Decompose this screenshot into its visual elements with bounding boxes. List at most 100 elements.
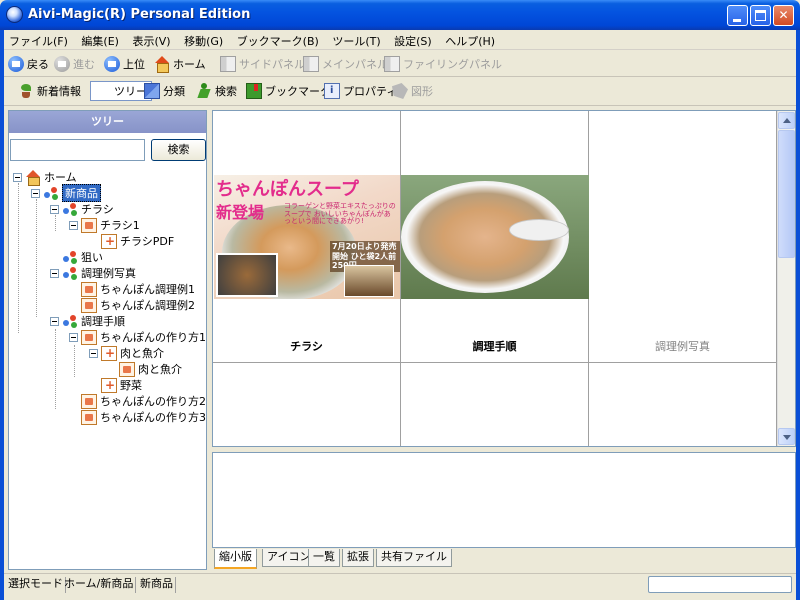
tree-node-howto3[interactable]: ちゃんぽんの作り方3: [81, 409, 206, 425]
tree-line: [55, 329, 56, 409]
tree-node-flyer1[interactable]: チラシ1: [69, 217, 140, 233]
side-panel-toggle[interactable]: サイドパネル: [220, 54, 305, 74]
collapse-toggle[interactable]: [31, 188, 40, 198]
category-node-icon: [62, 314, 78, 329]
tab-shared-files[interactable]: 共有ファイル: [376, 549, 452, 567]
scroll-down-button[interactable]: [778, 428, 795, 445]
pdf-file-icon: [101, 233, 117, 249]
tree-node-recipe-example2[interactable]: ちゃんぽん調理例2: [81, 297, 195, 313]
tab-list[interactable]: 一覧: [308, 549, 340, 567]
menu-go[interactable]: 移動(G): [179, 30, 228, 52]
grid-vertical-scrollbar[interactable]: [777, 111, 795, 446]
tree-node-flyer-pdf[interactable]: チラシPDF: [89, 233, 174, 249]
grid-cell-recipe-photos[interactable]: 調理例写真: [589, 111, 777, 363]
search-runner-icon: [196, 83, 212, 99]
menu-settings[interactable]: 設定(S): [389, 30, 437, 52]
filing-panel-toggle[interactable]: ファイリングパネル: [384, 54, 502, 74]
tree-node-flyer[interactable]: チラシ: [50, 201, 114, 217]
collapse-toggle[interactable]: [13, 172, 22, 182]
tree-line: [18, 183, 19, 333]
back-arrow-icon: [8, 56, 24, 72]
close-button[interactable]: ✕: [773, 5, 794, 26]
maximize-icon: [755, 10, 766, 21]
window-frame-left: [0, 30, 4, 600]
flyer-note: コラーゲンと野菜エキスたっぷりのスープで おいしいちゃんぽんがあっという間にでき…: [284, 202, 396, 226]
filing-panel-icon: [384, 56, 400, 72]
tree-node-howto2[interactable]: ちゃんぽんの作り方2: [81, 393, 206, 409]
category-node-icon: [62, 202, 78, 217]
collapse-toggle[interactable]: [50, 204, 59, 214]
category-node-icon: [62, 250, 78, 265]
tree-node-aim[interactable]: 狙い: [50, 249, 103, 265]
menu-tools[interactable]: ツール(T): [327, 30, 385, 52]
collapse-toggle[interactable]: [69, 332, 78, 342]
category-icon: [144, 83, 160, 99]
tree-node-new-product[interactable]: 新商品: [31, 184, 101, 202]
collapse-toggle[interactable]: [69, 220, 78, 230]
main-panel-toggle[interactable]: メインパネル: [303, 54, 388, 74]
menu-view[interactable]: 表示(V): [127, 30, 175, 52]
soup-spoon-image: [509, 219, 569, 241]
collapse-toggle[interactable]: [50, 316, 59, 326]
tree-node-recipe-example1[interactable]: ちゃんぽん調理例1: [81, 281, 195, 297]
detail-panel: [212, 452, 796, 548]
property-button[interactable]: プロパティ: [324, 81, 397, 101]
tree-line: [55, 215, 56, 231]
flyer-inset-photo: [216, 253, 278, 297]
tree-node-cooking-steps[interactable]: 調理手順: [50, 313, 125, 329]
category-node-icon: [62, 266, 78, 281]
tree-node-meat-fish-child[interactable]: 肉と魚介: [119, 361, 182, 377]
tree-search-button[interactable]: 検索: [151, 139, 206, 161]
close-icon: ✕: [778, 8, 789, 22]
tree-node-vegetables[interactable]: 野菜: [101, 377, 142, 393]
scroll-up-button[interactable]: [778, 112, 795, 129]
collapse-toggle[interactable]: [89, 348, 98, 358]
menu-edit[interactable]: 編集(E): [76, 30, 124, 52]
home-button[interactable]: ホーム: [154, 54, 206, 74]
maximize-button[interactable]: [750, 5, 771, 26]
grid-cell-empty: [401, 363, 589, 446]
up-arrow-icon: [104, 56, 120, 72]
status-progress-box: [648, 576, 792, 593]
menu-help[interactable]: ヘルプ(H): [440, 30, 500, 52]
tree-view-button[interactable]: ツリー: [90, 81, 152, 157]
menu-file[interactable]: ファイル(F): [4, 30, 73, 52]
bookmark-button[interactable]: ブックマーク: [246, 81, 331, 101]
collapse-toggle[interactable]: [50, 268, 59, 278]
grid-cell-flyer[interactable]: ちゃんぽんスープ 新登場 コラーゲンと野菜エキスたっぷりのスープで おいしいちゃ…: [213, 111, 401, 363]
tree-search-input[interactable]: [10, 139, 145, 161]
tab-thumbnail[interactable]: 縮小版: [214, 549, 257, 569]
tree-panel: ツリー 検索 ホーム 新商品 チラシ チラシ1 + チラシPDF 狙い 調理例写…: [8, 110, 207, 570]
flyer-heading: ちゃんぽんスープ: [216, 179, 359, 200]
back-button[interactable]: 戻る: [8, 54, 49, 74]
grid-cell-cooking-steps[interactable]: 調理手順: [401, 111, 589, 363]
tree-node-howto1[interactable]: ちゃんぽんの作り方1: [69, 329, 206, 345]
up-button[interactable]: 上位: [104, 54, 145, 74]
flyer-package-photo: [344, 265, 394, 297]
shape-button[interactable]: 図形: [392, 81, 433, 101]
category-button[interactable]: 分類: [144, 81, 185, 101]
tree-node-home[interactable]: ホーム: [13, 169, 77, 186]
scroll-thumb[interactable]: [778, 130, 795, 258]
flyer-thumbnail: ちゃんぽんスープ 新登場 コラーゲンと野菜エキスたっぷりのスープで おいしいちゃ…: [214, 175, 400, 299]
status-current: 新商品: [138, 577, 176, 593]
status-path: ホーム/新商品: [62, 577, 137, 593]
menu-bookmark[interactable]: ブックマーク(B): [232, 30, 324, 52]
search-button[interactable]: 検索: [196, 81, 237, 101]
new-info-button[interactable]: 新着情報: [18, 81, 81, 101]
forward-button[interactable]: 進む: [54, 54, 95, 74]
window-title: Aivi-Magic(R) Personal Edition: [28, 7, 251, 22]
minimize-button[interactable]: [727, 5, 748, 26]
grid-cell-label: チラシ: [290, 340, 323, 353]
grid-cell-label: 調理手順: [472, 340, 517, 353]
tab-extended[interactable]: 拡張: [342, 549, 374, 567]
navigation-toolbar: 戻る 進む 上位 ホーム サイドパネル メインパネル ファイリングパネル: [4, 51, 796, 77]
tree-node-recipe-photos[interactable]: 調理例写真: [50, 265, 136, 281]
document-icon: [81, 409, 97, 425]
window-frame-right: [796, 30, 800, 600]
tree-node-meat-fish[interactable]: 肉と魚介: [89, 345, 164, 361]
sub-item-icon: [101, 377, 117, 393]
main-panel-icon: [303, 56, 319, 72]
flyer-subheading: 新登場: [216, 203, 265, 222]
app-icon: [6, 6, 23, 23]
